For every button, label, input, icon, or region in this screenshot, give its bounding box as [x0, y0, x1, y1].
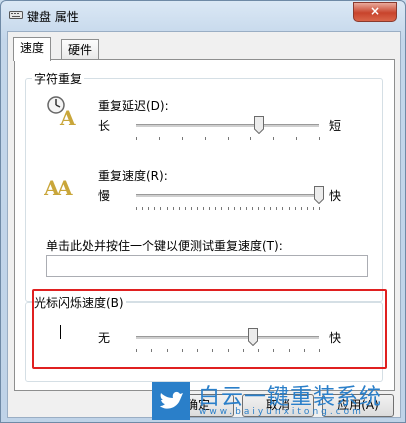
slider-track[interactable]	[136, 194, 319, 198]
slider-tick	[295, 207, 296, 210]
slider-tick	[319, 207, 320, 210]
watermark: 白云一键重装系统 www.baiyunxitong.com	[152, 378, 406, 423]
title-bar[interactable]: 键盘 属性 ×	[1, 1, 405, 31]
slider-tick	[301, 207, 302, 210]
slider-ticks	[136, 137, 320, 141]
slider-tick	[258, 207, 259, 210]
svg-text:A: A	[56, 176, 73, 199]
repeat-delay-icon: A	[47, 96, 76, 127]
slider-tick	[234, 207, 235, 210]
slider-tick	[148, 207, 149, 210]
slider-tick	[270, 207, 271, 210]
slider-tick	[289, 207, 290, 210]
slider-thumb[interactable]	[314, 186, 324, 204]
slider-tick	[185, 207, 186, 210]
slider-tick	[313, 207, 314, 210]
slider-tick	[246, 207, 247, 210]
slider-tick	[159, 137, 160, 140]
highlight-annotation	[32, 289, 387, 369]
repeat-delay-max-label: 短	[329, 119, 342, 133]
window-title: 键盘 属性	[27, 10, 79, 24]
character-repeat-title: 字符重复	[32, 70, 85, 87]
repeat-rate-label: 重复速度(R):	[98, 169, 168, 183]
slider-track[interactable]	[136, 124, 319, 128]
tab-hardware[interactable]: 硬件	[61, 39, 100, 60]
slider-tick	[307, 207, 308, 210]
watermark-url: www.baiyunxitong.com	[199, 407, 364, 417]
repeat-test-input[interactable]	[46, 255, 368, 277]
repeat-delay-label: 重复延迟(D):	[98, 99, 169, 113]
slider-tick	[215, 207, 216, 210]
slider-tick	[319, 137, 320, 140]
slider-tick	[136, 207, 137, 210]
slider-tick	[167, 207, 168, 210]
slider-tick	[240, 207, 241, 210]
slider-tick	[142, 207, 143, 210]
slider-tick	[197, 207, 198, 210]
slider-tick	[250, 137, 251, 140]
slider-tick	[179, 207, 180, 210]
slider-tick	[191, 207, 192, 210]
close-button[interactable]: ×	[353, 2, 397, 22]
slider-thumb[interactable]	[253, 116, 264, 134]
svg-text:A: A	[59, 106, 76, 127]
slider-tick	[209, 207, 210, 210]
slider-tick	[182, 137, 183, 140]
slider-tick	[173, 207, 174, 210]
slider-tick	[203, 207, 204, 210]
slider-tick	[296, 137, 297, 140]
keyboard-icon	[9, 11, 23, 19]
slider-tick	[276, 207, 277, 210]
repeat-rate-icon: A A	[44, 176, 73, 199]
tab-speed[interactable]: 速度	[13, 37, 52, 61]
slider-tick	[221, 207, 222, 210]
bird-logo-icon	[152, 382, 190, 420]
repeat-rate-min-label: 慢	[98, 189, 111, 203]
slider-tick	[282, 207, 283, 210]
slider-tick	[273, 137, 274, 140]
repeat-test-label: 单击此处并按住一个键以便测试重复速度(T):	[46, 239, 283, 253]
slider-tick	[154, 207, 155, 210]
slider-tick	[228, 207, 229, 210]
slider-tick	[264, 207, 265, 210]
repeat-rate-max-label: 快	[329, 189, 342, 203]
slider-ticks	[136, 207, 320, 211]
slider-tick	[205, 137, 206, 140]
slider-tick	[136, 137, 137, 140]
slider-tick	[252, 207, 253, 210]
slider-tick	[160, 207, 161, 210]
repeat-delay-min-label: 长	[98, 119, 111, 133]
slider-tick	[228, 137, 229, 140]
character-repeat-group: 字符重复 A 重复延迟(D): 长 短 A A 重复速度(R): 慢 快 单击此…	[25, 70, 383, 302]
